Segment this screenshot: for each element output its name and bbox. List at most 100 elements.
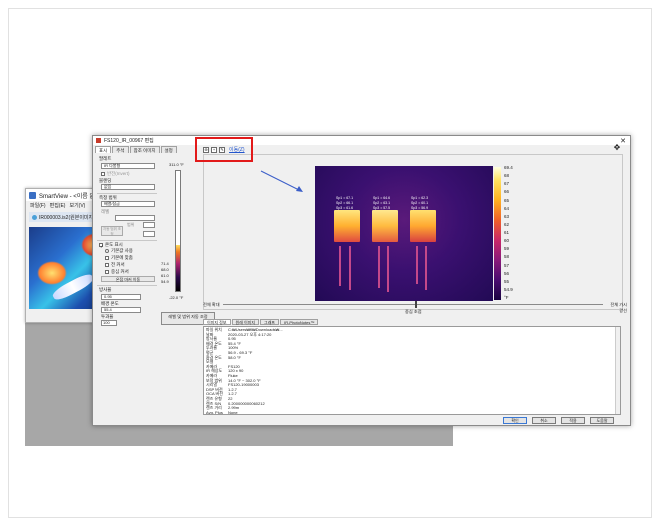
info-row: Avg. Plus None — [206, 409, 618, 415]
help-button[interactable]: 도움말 — [590, 417, 614, 424]
span-step-input[interactable] — [143, 231, 155, 237]
slider-thumb[interactable] — [415, 301, 417, 308]
option-center-cursor[interactable]: 중심 커서 — [105, 269, 129, 275]
checkbox-icon[interactable] — [105, 255, 109, 260]
scale-mark: 61.0 — [161, 273, 169, 278]
colorbar-tick-label: 63 — [504, 213, 510, 219]
colorbar-tick-label: 60 — [504, 238, 510, 244]
level-input[interactable] — [115, 215, 155, 221]
colorbar-tick-label: 65 — [504, 197, 510, 203]
ok-button[interactable]: 확인 — [503, 417, 527, 424]
apply-button[interactable]: 적용 — [561, 417, 585, 424]
info-value: None — [228, 409, 238, 415]
option-cursor-label: 전 커서 — [111, 262, 125, 267]
wire — [387, 246, 389, 292]
cancel-button[interactable]: 취소 — [532, 417, 556, 424]
tab-annotation[interactable]: 주석 — [112, 146, 129, 153]
option-cursor[interactable]: 전 커서 — [105, 262, 125, 268]
tab-photonotes[interactable]: IR-PhotoNotes™ — [280, 319, 319, 325]
divider — [97, 240, 157, 241]
colorbar-tick-label: 62 — [504, 221, 510, 227]
panel-hotspot — [410, 210, 436, 242]
slider-left-label: 전체 확대 — [203, 302, 220, 307]
emissivity-label: 방사율 — [99, 287, 112, 292]
bg-temp-value: 55.4 — [104, 307, 112, 312]
tab-reference-image[interactable]: 참조 이미지 — [129, 146, 160, 153]
highlight-box — [195, 137, 253, 162]
scale-mark: 68.0 — [161, 267, 169, 272]
scale-top-label: 311.0 °F — [169, 162, 184, 167]
level-label: 레벨 — [101, 209, 110, 214]
option-default[interactable]: 기본값 사용 — [105, 248, 133, 254]
editor-window[interactable]: FS120_IR_00967 편집 ✕ 표시 주석 참조 이미지 설정 ⊕ + … — [92, 135, 631, 426]
menu-file[interactable]: 파일(F) — [30, 202, 46, 209]
blend-value: 없음 — [104, 184, 112, 189]
divider — [97, 193, 157, 194]
wire — [349, 246, 351, 290]
thermal-image[interactable]: Sp1 = 67.1 Sp2 = 66.1 Sp3 = 61.6 Sp1 = 6… — [315, 166, 493, 301]
colorbar-tick-label: 55 — [504, 278, 510, 284]
tab-image-info[interactable]: 이미지 정보 — [203, 319, 231, 325]
invert-option[interactable]: 반전(Invert) — [101, 171, 130, 177]
range-select[interactable]: 배열/잠금 — [101, 201, 155, 207]
checkbox-icon[interactable] — [105, 262, 109, 267]
focus-slider[interactable] — [223, 301, 603, 308]
point-label: Sp2 = 63.1 — [373, 201, 391, 205]
colorbar-tick-label: 57 — [504, 262, 510, 268]
slider-right-label: 전체 가시광선 — [610, 302, 627, 313]
colorbar-tick-label: 64 — [504, 205, 510, 211]
temperature-colorbar — [494, 167, 501, 300]
colorbar-tick-label: 54.9 — [504, 286, 513, 292]
panel-hotspot — [334, 210, 360, 242]
radio-icon[interactable] — [105, 248, 109, 253]
span-input[interactable] — [143, 222, 155, 228]
colorbar-tick-label: 59 — [504, 246, 510, 252]
transmission-input[interactable]: 100 — [101, 320, 117, 326]
tab-original-image[interactable]: 원래 이미지 — [231, 319, 260, 325]
scale-bottom-label: -22.0 °F — [169, 295, 184, 300]
editor-title: FS120_IR_00967 편집 — [104, 138, 154, 144]
scale-bar[interactable] — [175, 170, 181, 292]
divider — [97, 285, 157, 286]
palette-select[interactable]: IR 다봉형 — [101, 163, 155, 169]
editor-titlebar[interactable]: FS120_IR_00967 편집 ✕ — [93, 136, 630, 145]
settings-panel: 팔레트 IR 다봉형 반전(Invert) 블렌딩 없음 측정 범위 배열/잠금… — [97, 156, 159, 424]
point-label: Sp2 = 66.1 — [336, 201, 354, 205]
invert-checkbox[interactable] — [101, 171, 105, 176]
menu-view[interactable]: 보기(V) — [69, 202, 85, 209]
option-fit[interactable]: 기본에 맞춤 — [105, 255, 133, 261]
info-key: Avg. Plus — [206, 409, 223, 415]
info-tabs: 이미지 정보 원래 이미지 그래프 IR-PhotoNotes™ — [203, 319, 319, 325]
point-label: Sp1 = 62.3 — [411, 196, 429, 200]
point-label: Sp1 = 67.1 — [336, 196, 354, 200]
image-info-list[interactable]: 파일 위치 C:₩Users₩fl₩Downloads₩... 날짜 2020-03-… — [203, 326, 621, 415]
option-fit-label: 기본에 맞춤 — [111, 255, 133, 260]
colorbar-tick-label: 61 — [504, 230, 510, 235]
marker-move-button[interactable]: 온점 마커 이동 — [101, 276, 155, 282]
colorbar-tick-label: 69.4 — [504, 165, 513, 170]
tab-display[interactable]: 표시 — [95, 146, 112, 153]
colorbar-tick-label: 56 — [504, 270, 510, 276]
bg-temp-input[interactable]: 55.4 — [101, 307, 141, 313]
checkbox-icon[interactable] — [105, 269, 109, 274]
option-default-label: 기본값 사용 — [111, 248, 133, 253]
point-label: Sp3 = 57.5 — [373, 206, 391, 210]
blend-select[interactable]: 없음 — [101, 184, 155, 190]
point-label: Sp2 = 60.1 — [411, 201, 429, 205]
point-label: Sp1 = 64.6 — [373, 196, 391, 200]
palette-section-label: 팔레트 — [99, 156, 112, 161]
temp-display-text: 온도 표시 — [105, 242, 123, 247]
auto-range-button[interactable]: 자동 범위 조정 — [101, 226, 123, 236]
menu-edit[interactable]: 편집(E) — [50, 202, 66, 209]
emissivity-input[interactable]: 0.95 — [101, 294, 141, 300]
wire — [339, 246, 341, 286]
tab-settings[interactable]: 설정 — [160, 146, 177, 153]
vertical-scrollbar[interactable] — [615, 327, 620, 414]
slider-mid-label: 중심 초점 — [405, 309, 422, 314]
scale-fill — [176, 245, 180, 291]
level-span-scale[interactable]: 311.0 °F 71.4 68.0 61.0 54.9 -22.0 °F — [161, 158, 193, 318]
tab-graph[interactable]: 그래프 — [260, 319, 280, 325]
navigation-cross-icon[interactable]: ✥ — [609, 140, 625, 156]
image-tab-label: IR000003.is2(원본이미지) — [39, 214, 95, 221]
temp-display-checkbox[interactable]: ✓ — [99, 242, 104, 249]
